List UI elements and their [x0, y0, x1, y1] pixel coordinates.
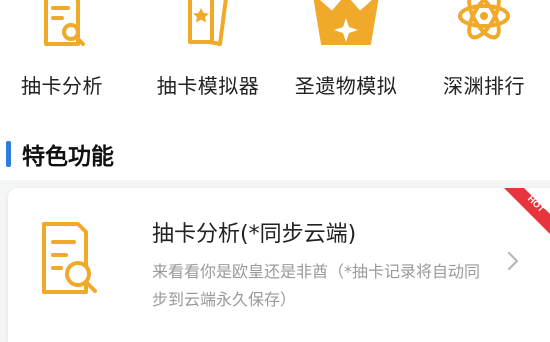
atom-icon: [458, 0, 510, 40]
tool-gacha-simulator[interactable]: 抽卡模拟器: [148, 0, 268, 118]
hot-badge: HOT: [496, 188, 550, 242]
tool-label: 抽卡分析: [21, 74, 103, 98]
card-star-icon: [188, 0, 228, 46]
document-search-icon: [42, 222, 97, 294]
tool-label: 圣遗物模拟: [294, 74, 398, 98]
feature-card-gacha-analysis[interactable]: 抽卡分析(*同步云端) 来看看你是欧皇还是非酋（*抽卡记录将自动同步到云端永久保…: [8, 188, 550, 342]
tool-label: 深渊排行: [443, 74, 525, 98]
section-title: 特色功能: [22, 144, 114, 170]
section-header: 特色功能: [0, 135, 550, 175]
feature-card-description: 来看看你是欧皇还是非酋（*抽卡记录将自动同步到云端永久保存）: [152, 262, 481, 309]
chevron-right-icon[interactable]: [506, 250, 520, 272]
tool-label: 抽卡模拟器: [156, 74, 260, 98]
feature-card-title: 抽卡分析(*同步云端): [152, 222, 357, 247]
document-search-icon: [44, 0, 85, 46]
tool-artifact-simulator[interactable]: 圣遗物模拟: [286, 0, 406, 118]
tool-abyss-ranking[interactable]: 深渊排行: [424, 0, 544, 118]
crown-icon: [313, 0, 379, 45]
section-accent-bar: [6, 141, 11, 167]
tools-grid: 抽卡分析 抽卡模拟器 圣遗物模拟 深渊排行: [0, 0, 550, 118]
tool-gacha-analysis[interactable]: 抽卡分析: [2, 0, 122, 118]
